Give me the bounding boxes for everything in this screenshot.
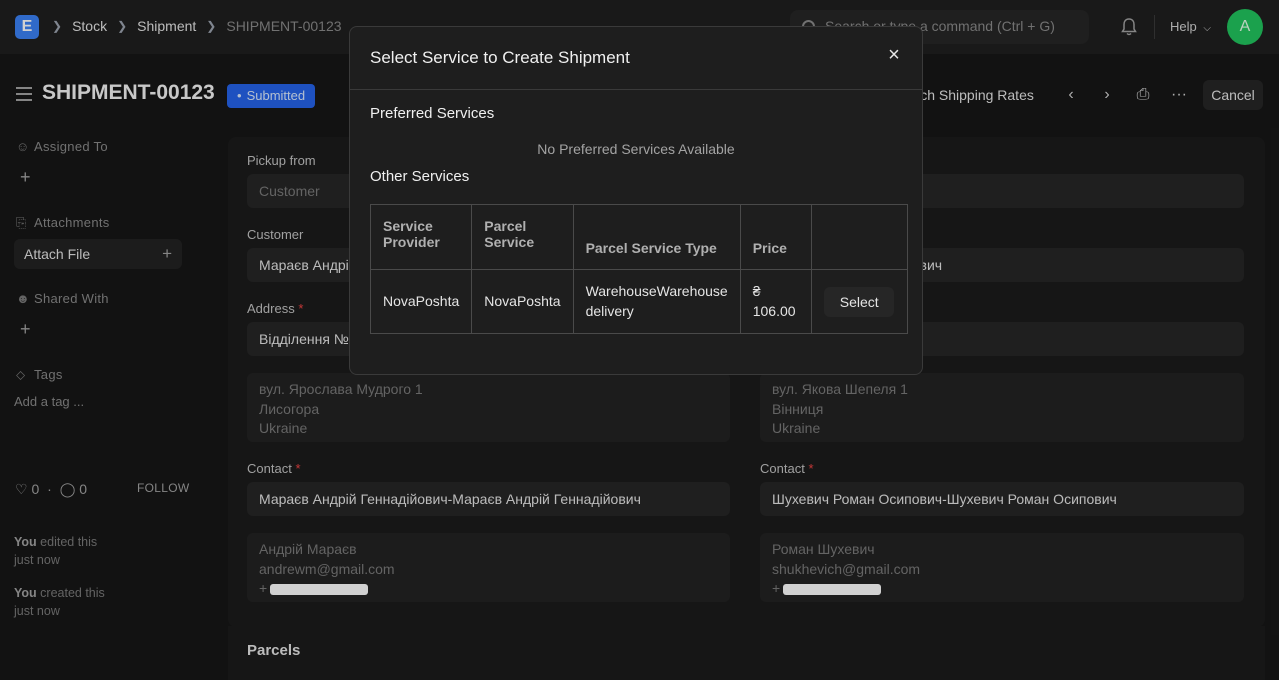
column-header: Parcel Service [471, 204, 574, 270]
select-service-button[interactable]: Select [824, 286, 895, 317]
column-header: Parcel Service Type [572, 204, 741, 270]
close-icon[interactable]: × [883, 44, 905, 66]
other-services-title: Other Services [370, 168, 470, 185]
price-cell: ₴ 106.00 [739, 269, 812, 334]
select-service-modal: Select Service to Create Shipment × Pref… [349, 26, 923, 375]
column-header: Service Provider [369, 204, 473, 270]
table-header-row: Service Provider Parcel Service Parcel S… [369, 204, 908, 270]
services-table: Service Provider Parcel Service Parcel S… [369, 204, 908, 334]
column-header: Price [739, 204, 812, 270]
table-row: NovaPoshta NovaPoshta WarehouseWarehouse… [369, 269, 908, 334]
parcel-service-type-cell: WarehouseWarehouse delivery [572, 269, 741, 334]
modal-divider [350, 89, 922, 90]
preferred-services-title: Preferred Services [370, 105, 495, 122]
action-cell: Select [810, 269, 908, 334]
column-header [810, 204, 908, 270]
service-provider-cell: NovaPoshta [369, 269, 473, 334]
no-preferred-message: No Preferred Services Available [537, 141, 735, 157]
modal-title: Select Service to Create Shipment [370, 48, 630, 67]
parcel-service-cell: NovaPoshta [471, 269, 574, 334]
